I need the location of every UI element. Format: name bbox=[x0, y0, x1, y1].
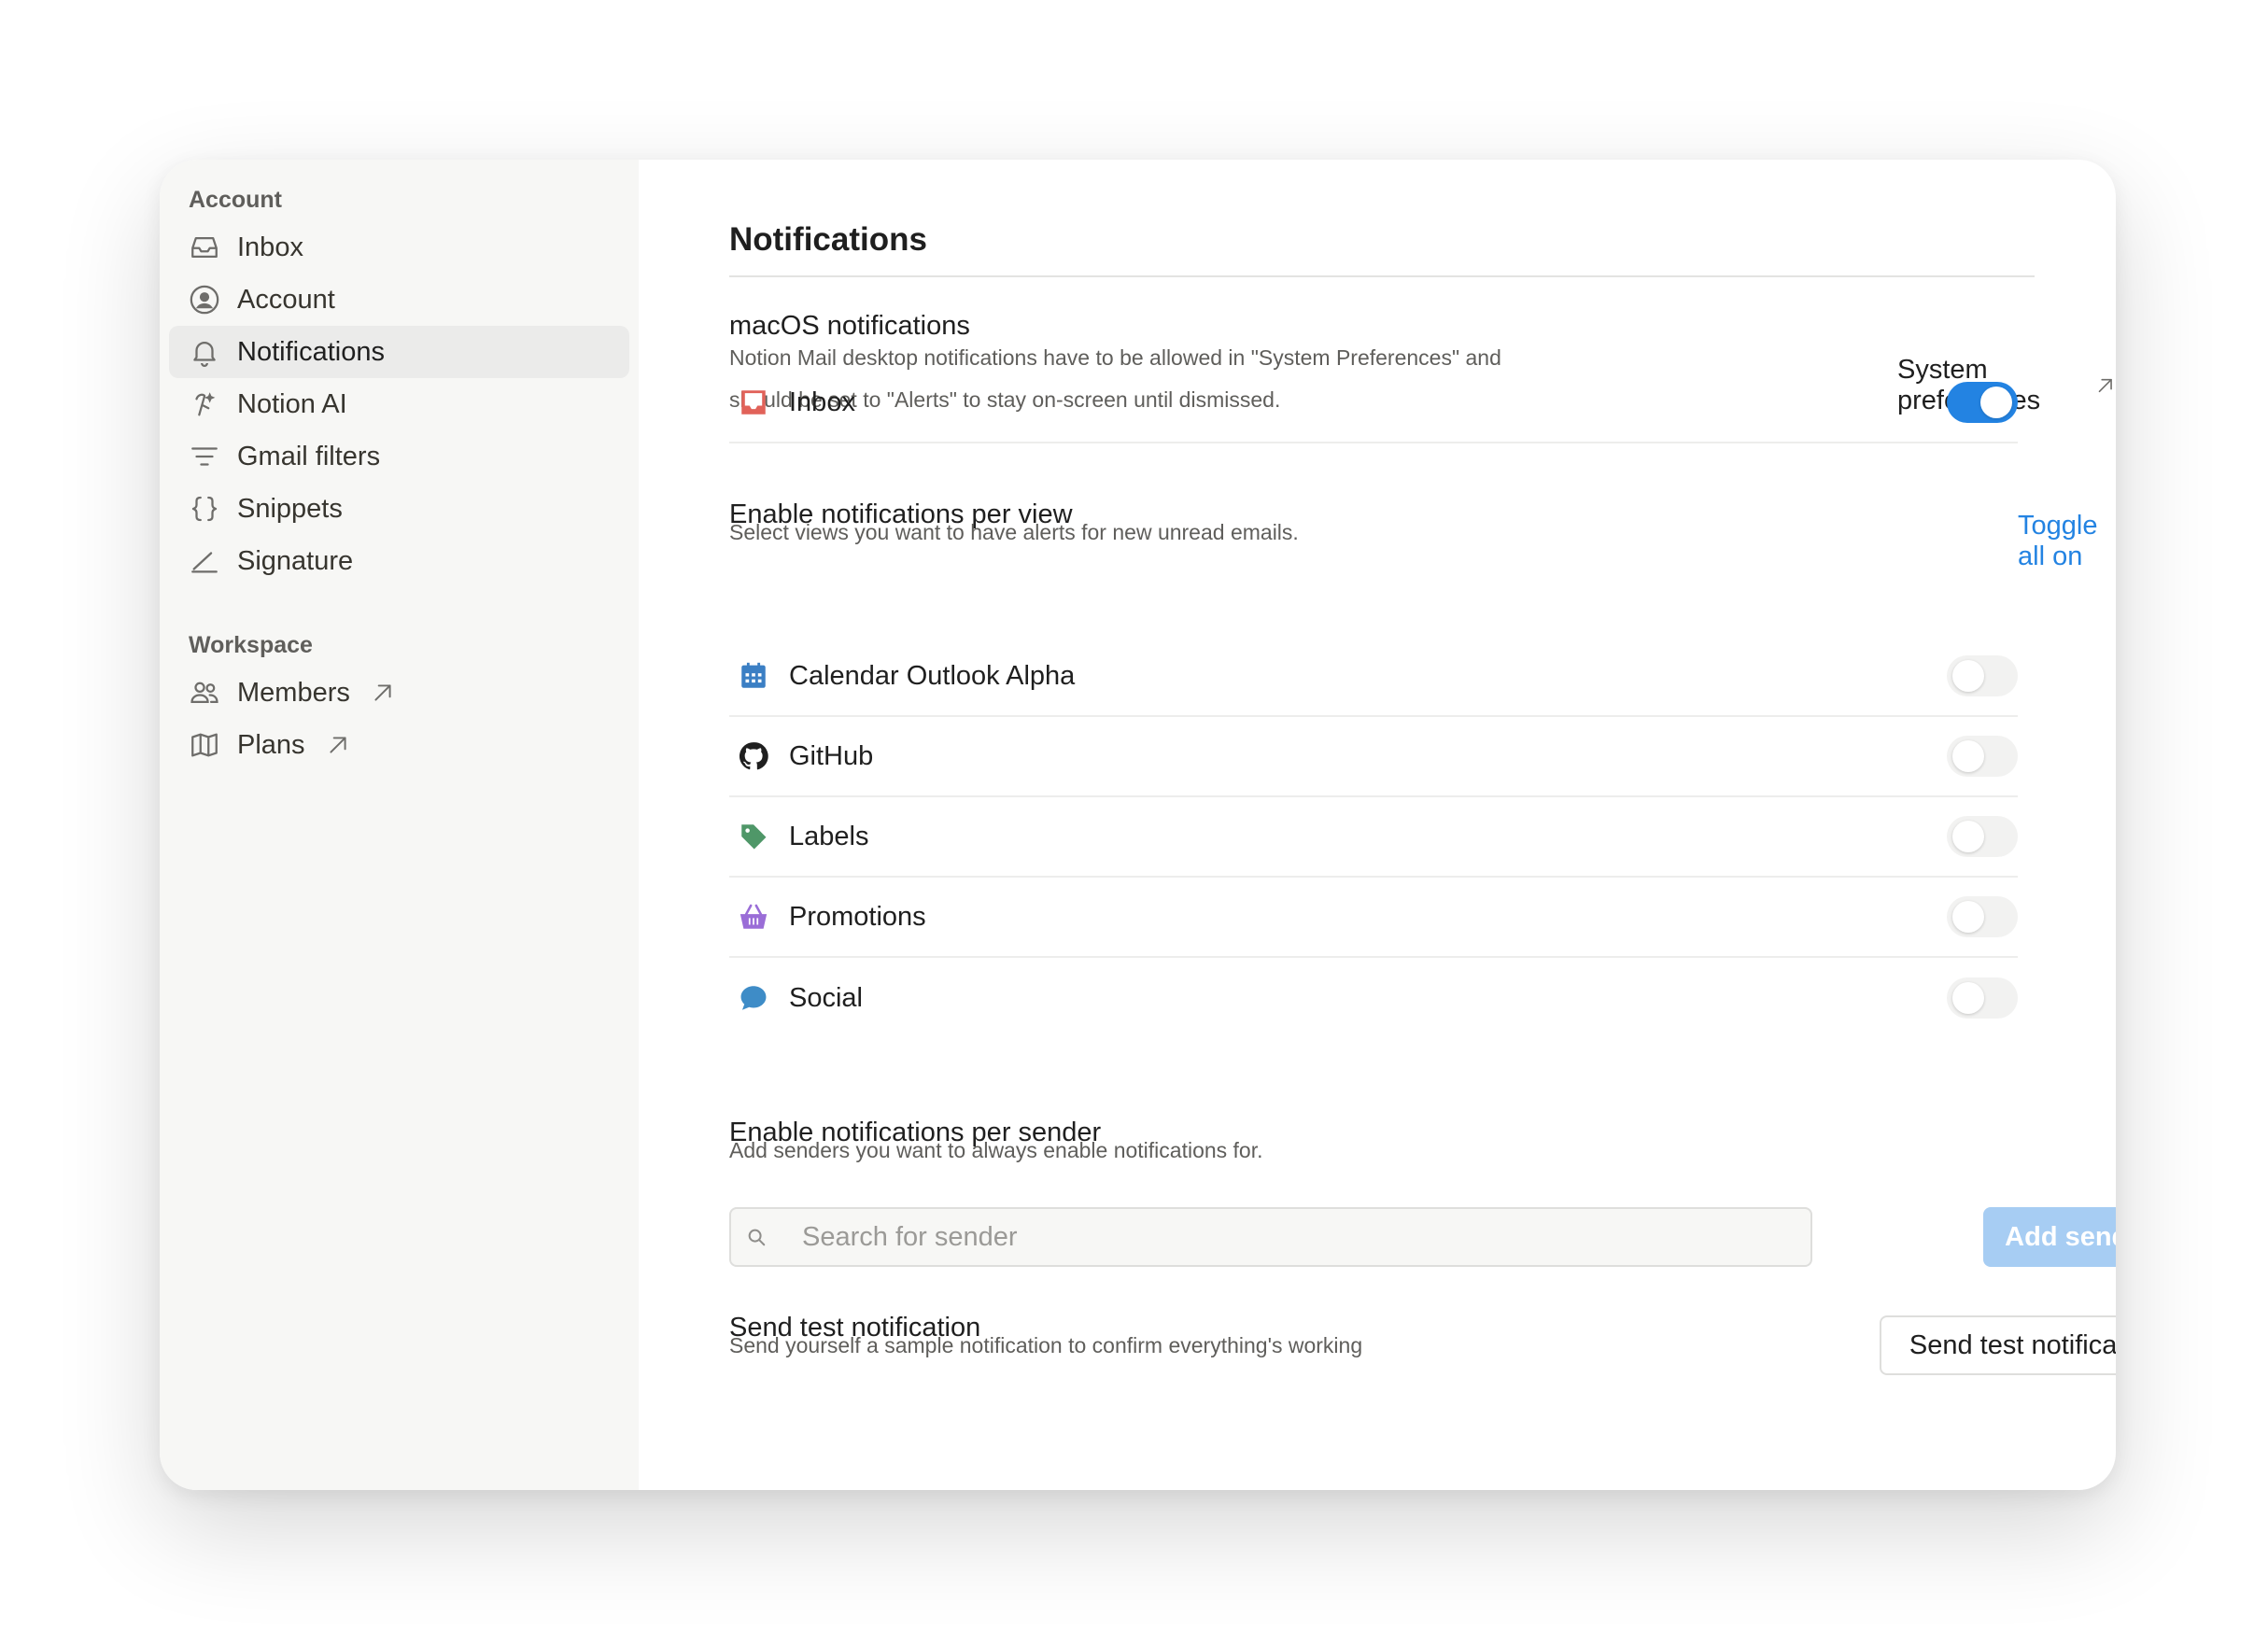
toggle-knob bbox=[1952, 660, 1984, 692]
braces-icon bbox=[189, 493, 220, 525]
view-label: Inbox bbox=[789, 387, 855, 417]
sidebar-item-snippets[interactable]: Snippets bbox=[169, 483, 629, 535]
sidebar-item-members[interactable]: Members bbox=[169, 667, 629, 719]
send-test-notification-button[interactable]: Send test notification bbox=[1880, 1315, 2116, 1375]
sidebar-item-account[interactable]: Account bbox=[169, 274, 629, 326]
page-title: Notifications bbox=[729, 221, 927, 258]
sidebar-item-label: Account bbox=[237, 284, 335, 315]
sidebar-item-label: Inbox bbox=[237, 232, 303, 262]
view-label: Calendar Outlook Alpha bbox=[789, 660, 1076, 691]
sender-search-input[interactable] bbox=[800, 1220, 1734, 1254]
view-label: Promotions bbox=[789, 901, 926, 932]
signature-icon bbox=[189, 545, 220, 577]
external-link-icon bbox=[371, 681, 395, 705]
notion-ai-icon bbox=[189, 388, 220, 420]
sidebar-item-notion-ai[interactable]: Notion AI bbox=[169, 378, 629, 430]
view-row-inbox: Inbox bbox=[729, 363, 2018, 443]
view-label: Social bbox=[789, 982, 863, 1013]
add-senders-button[interactable]: Add senders bbox=[1983, 1207, 2116, 1267]
toggle-knob bbox=[1952, 740, 1984, 772]
view-label: Labels bbox=[789, 821, 869, 851]
social-notification-toggle[interactable] bbox=[1947, 977, 2018, 1019]
sidebar-item-label: Notion AI bbox=[237, 388, 347, 419]
sidebar-item-gmail-filters[interactable]: Gmail filters bbox=[169, 430, 629, 483]
sender-search-field[interactable] bbox=[729, 1207, 1812, 1267]
sidebar-item-label: Snippets bbox=[237, 493, 343, 524]
promotions-notification-toggle[interactable] bbox=[1947, 896, 2018, 937]
search-icon bbox=[748, 1229, 766, 1246]
tag-icon bbox=[737, 820, 770, 853]
calendar-notification-toggle[interactable] bbox=[1947, 655, 2018, 696]
sidebar-item-plans[interactable]: Plans bbox=[169, 719, 629, 771]
view-row-github: GitHub bbox=[729, 717, 2018, 797]
sidebar-item-signature[interactable]: Signature bbox=[169, 535, 629, 587]
bell-icon bbox=[189, 336, 220, 368]
sidebar-item-label: Notifications bbox=[237, 336, 385, 367]
view-label: GitHub bbox=[789, 740, 874, 771]
test-section-desc: Send yourself a sample notification to c… bbox=[729, 1333, 1363, 1357]
github-icon bbox=[737, 739, 770, 773]
view-row-promotions: Promotions bbox=[729, 878, 2018, 958]
sidebar-item-label: Plans bbox=[237, 729, 305, 760]
toggle-knob bbox=[1952, 821, 1984, 852]
sidebar-item-inbox[interactable]: Inbox bbox=[169, 221, 629, 274]
basket-icon bbox=[737, 900, 770, 934]
account-icon bbox=[189, 284, 220, 316]
labels-notification-toggle[interactable] bbox=[1947, 816, 2018, 857]
per-sender-section-desc: Add senders you want to always enable no… bbox=[729, 1138, 1263, 1162]
sidebar-item-label: Gmail filters bbox=[237, 441, 381, 471]
toggle-all-on-button[interactable]: Toggle all on bbox=[2018, 511, 2116, 572]
sidebar-item-notifications[interactable]: Notifications bbox=[169, 326, 629, 378]
view-row-labels: Labels bbox=[729, 797, 2018, 878]
calendar-icon bbox=[737, 659, 770, 693]
chat-bubble-icon bbox=[737, 981, 770, 1015]
settings-sidebar: Account Inbox Account Notifications Noti… bbox=[160, 160, 639, 1490]
toggle-knob bbox=[1952, 901, 1984, 933]
toggle-knob bbox=[1952, 982, 1984, 1014]
inbox-icon bbox=[189, 232, 220, 263]
per-view-section-desc: Select views you want to have alerts for… bbox=[729, 520, 1299, 544]
title-divider bbox=[729, 275, 2035, 277]
inbox-tray-icon bbox=[737, 386, 770, 419]
sidebar-heading-account: Account bbox=[189, 187, 282, 213]
sidebar-item-label: Members bbox=[237, 677, 350, 708]
settings-window: Account Inbox Account Notifications Noti… bbox=[160, 160, 2116, 1490]
sidebar-heading-workspace: Workspace bbox=[189, 632, 313, 658]
external-link-icon bbox=[326, 733, 350, 757]
filter-icon bbox=[189, 441, 220, 472]
view-row-calendar: Calendar Outlook Alpha bbox=[729, 637, 2018, 717]
sidebar-item-label: Signature bbox=[237, 545, 354, 576]
external-link-icon bbox=[2099, 378, 2113, 393]
toggle-knob bbox=[1980, 387, 2012, 418]
map-icon bbox=[189, 729, 220, 761]
inbox-notification-toggle[interactable] bbox=[1947, 382, 2018, 423]
github-notification-toggle[interactable] bbox=[1947, 736, 2018, 777]
view-row-social: Social bbox=[729, 958, 2018, 1038]
settings-main: Notifications macOS notifications Notion… bbox=[639, 160, 2116, 1490]
members-icon bbox=[189, 677, 220, 709]
